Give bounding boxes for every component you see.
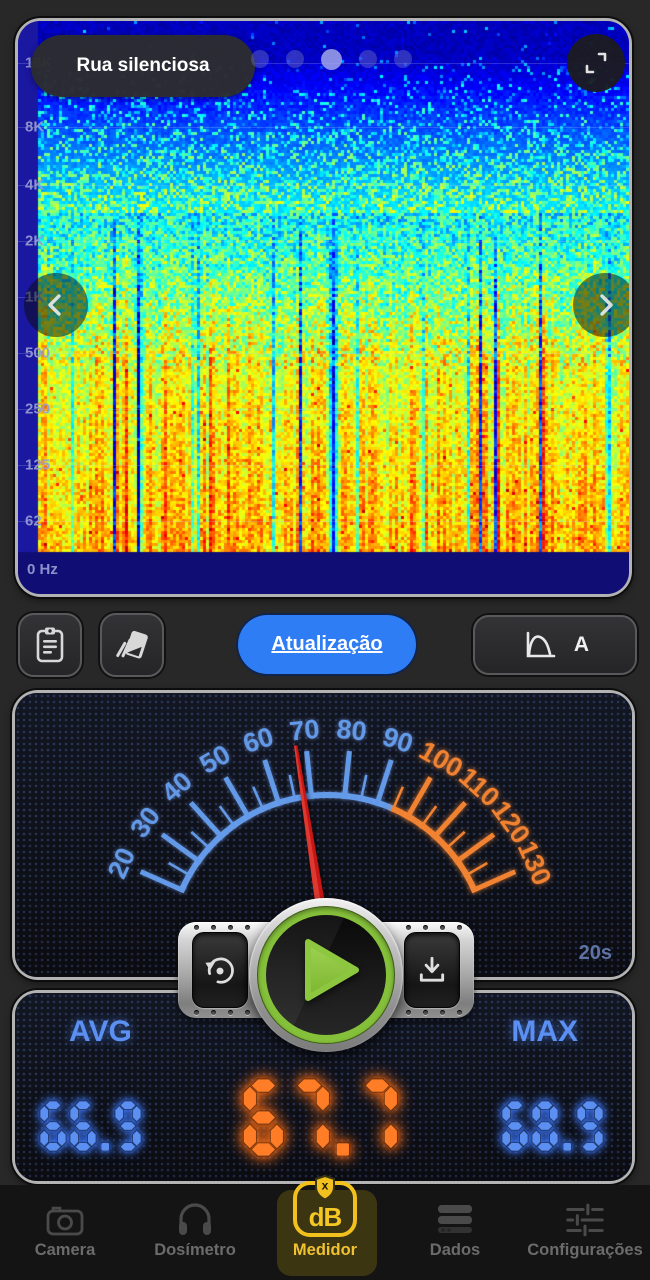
next-page-button[interactable]	[573, 273, 629, 337]
frequency-origin-label: 0 Hz	[27, 561, 58, 578]
spectrogram-canvas	[18, 21, 629, 594]
spectrogram-panel: 16K8K4K2K1K50025012562 0 Hz Rua silencio…	[15, 18, 632, 597]
svg-text:70: 70	[288, 714, 321, 747]
shield-icon: x	[315, 1175, 335, 1201]
spectrum-style-icon	[116, 630, 148, 659]
download-icon	[419, 956, 445, 982]
weighting-curve-icon	[526, 631, 556, 658]
app-screen: 16K8K4K2K1K50025012562 0 Hz Rua silencio…	[0, 0, 650, 1280]
page-dot[interactable]	[394, 50, 412, 68]
freq-gridline	[18, 465, 629, 466]
svg-text:60: 60	[239, 721, 277, 759]
update-button-label: Atualização	[271, 633, 383, 655]
page-dot-active[interactable]	[321, 48, 342, 70]
svg-text:40: 40	[156, 766, 198, 808]
expand-icon	[585, 52, 607, 74]
freq-tick-label: 250	[25, 400, 51, 418]
camera-icon	[46, 1206, 84, 1236]
tab-camera-label: Camera	[34, 1241, 96, 1259]
tab-data-label: Dados	[429, 1241, 481, 1259]
freq-tick-label: 125	[25, 456, 51, 474]
svg-text:20: 20	[102, 843, 142, 883]
transport-controls	[0, 890, 650, 1090]
report-button[interactable]	[18, 613, 82, 677]
tab-dosimeter[interactable]: Dosímetro	[130, 1185, 260, 1280]
freq-gridline	[18, 521, 629, 522]
tab-camera[interactable]: Camera	[0, 1185, 130, 1280]
frequency-weighting-button[interactable]: A	[473, 615, 637, 675]
freq-gridline	[18, 353, 629, 354]
db-meter-icon: x dB	[293, 1175, 357, 1237]
freq-gridline	[18, 297, 629, 298]
svg-text:30: 30	[124, 801, 166, 843]
current-value-display	[242, 1078, 404, 1157]
tab-meter-label: Medidor	[292, 1241, 358, 1259]
tab-settings-label: Configurações	[527, 1241, 643, 1259]
update-button[interactable]: Atualização	[238, 615, 416, 674]
sliders-icon	[566, 1203, 604, 1237]
freq-gridline	[18, 127, 629, 128]
scene-classification-pill: Rua silenciosa	[31, 35, 255, 97]
bottom-navigation: Camera Dosímetro x dB Medidor Dados Conf…	[0, 1175, 650, 1280]
tab-dosimeter-label: Dosímetro	[154, 1241, 236, 1259]
tab-meter[interactable]: x dB Medidor	[260, 1175, 390, 1280]
reset-button[interactable]	[192, 932, 248, 1008]
svg-text:x: x	[322, 1179, 329, 1193]
data-rows-icon	[438, 1205, 472, 1233]
display-style-button[interactable]	[100, 613, 164, 677]
freq-tick-label: 2K	[25, 232, 45, 250]
freq-tick-label: 62	[25, 512, 42, 530]
headphones-icon	[179, 1203, 211, 1235]
freq-gridline	[18, 241, 629, 242]
chevron-right-icon	[600, 294, 613, 316]
freq-tick-label: 4K	[25, 176, 45, 194]
chevron-left-icon	[48, 294, 61, 316]
freq-gridline	[18, 409, 629, 410]
previous-page-button[interactable]	[24, 273, 88, 337]
page-dot[interactable]	[251, 50, 269, 68]
svg-text:50: 50	[194, 739, 235, 780]
fullscreen-button[interactable]	[567, 34, 625, 92]
svg-text:90: 90	[379, 721, 417, 759]
page-dot[interactable]	[359, 50, 377, 68]
freq-tick-label: 500	[25, 344, 51, 362]
svg-text:80: 80	[335, 714, 368, 747]
page-indicator[interactable]	[251, 48, 412, 70]
freq-gridline	[18, 185, 629, 186]
weighting-value: A	[573, 633, 590, 656]
play-button[interactable]	[249, 898, 403, 1052]
max-value-display	[501, 1100, 607, 1152]
avg-value-display	[39, 1100, 145, 1152]
page-dot[interactable]	[286, 50, 304, 68]
play-icon	[305, 939, 359, 1001]
scene-classification-label: Rua silenciosa	[76, 55, 210, 76]
freq-tick-label: 8K	[25, 118, 45, 136]
clipboard-icon	[36, 627, 64, 663]
tab-data[interactable]: Dados	[390, 1185, 520, 1280]
db-logo-text: dB	[308, 1202, 343, 1232]
reset-icon	[205, 957, 234, 984]
tab-settings[interactable]: Configurações	[520, 1185, 650, 1280]
save-button[interactable]	[404, 932, 460, 1008]
